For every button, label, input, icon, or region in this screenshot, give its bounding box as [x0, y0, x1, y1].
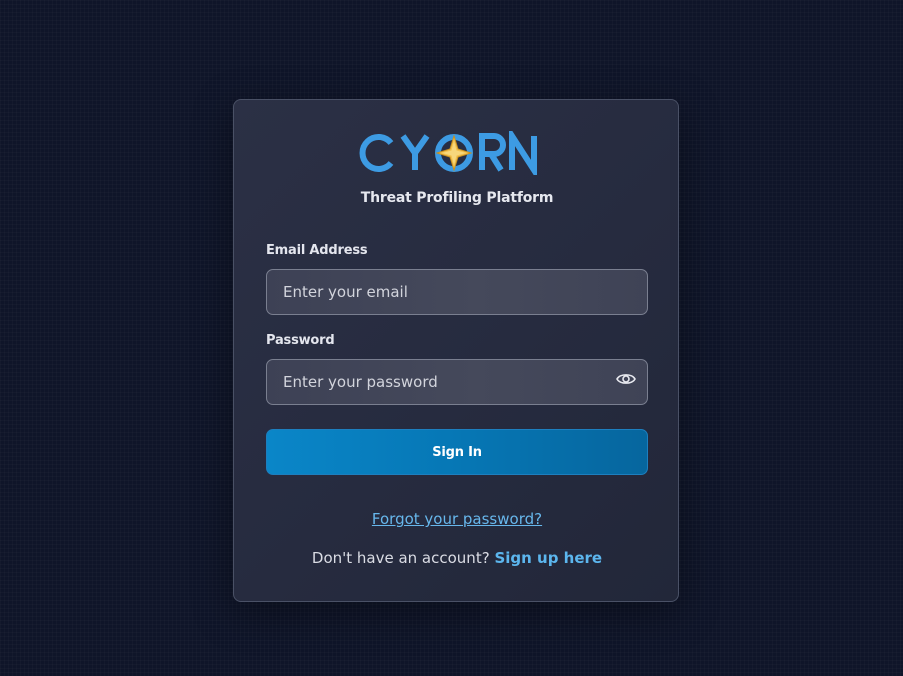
- email-label: Email Address: [266, 243, 368, 258]
- brand-logo: [234, 131, 680, 175]
- sign-in-button[interactable]: Sign In: [266, 429, 648, 475]
- email-field-wrapper: [266, 269, 648, 315]
- platform-subtitle: Threat Profiling Platform: [360, 190, 554, 206]
- email-input[interactable]: [267, 270, 647, 314]
- cyorn-logo: [359, 131, 537, 175]
- signup-link[interactable]: Sign up here: [494, 549, 602, 567]
- password-field-wrapper: [266, 359, 648, 405]
- signup-row: Don't have an account? Sign up here: [234, 549, 680, 567]
- forgot-password-link[interactable]: Forgot your password?: [372, 510, 542, 528]
- login-card: Threat Profiling Platform Email Address …: [233, 99, 679, 602]
- password-label: Password: [266, 333, 335, 348]
- password-input[interactable]: [267, 360, 647, 404]
- forgot-password-row: Forgot your password?: [234, 509, 680, 528]
- signup-prompt: Don't have an account?: [311, 549, 495, 567]
- eye-icon[interactable]: [615, 368, 637, 390]
